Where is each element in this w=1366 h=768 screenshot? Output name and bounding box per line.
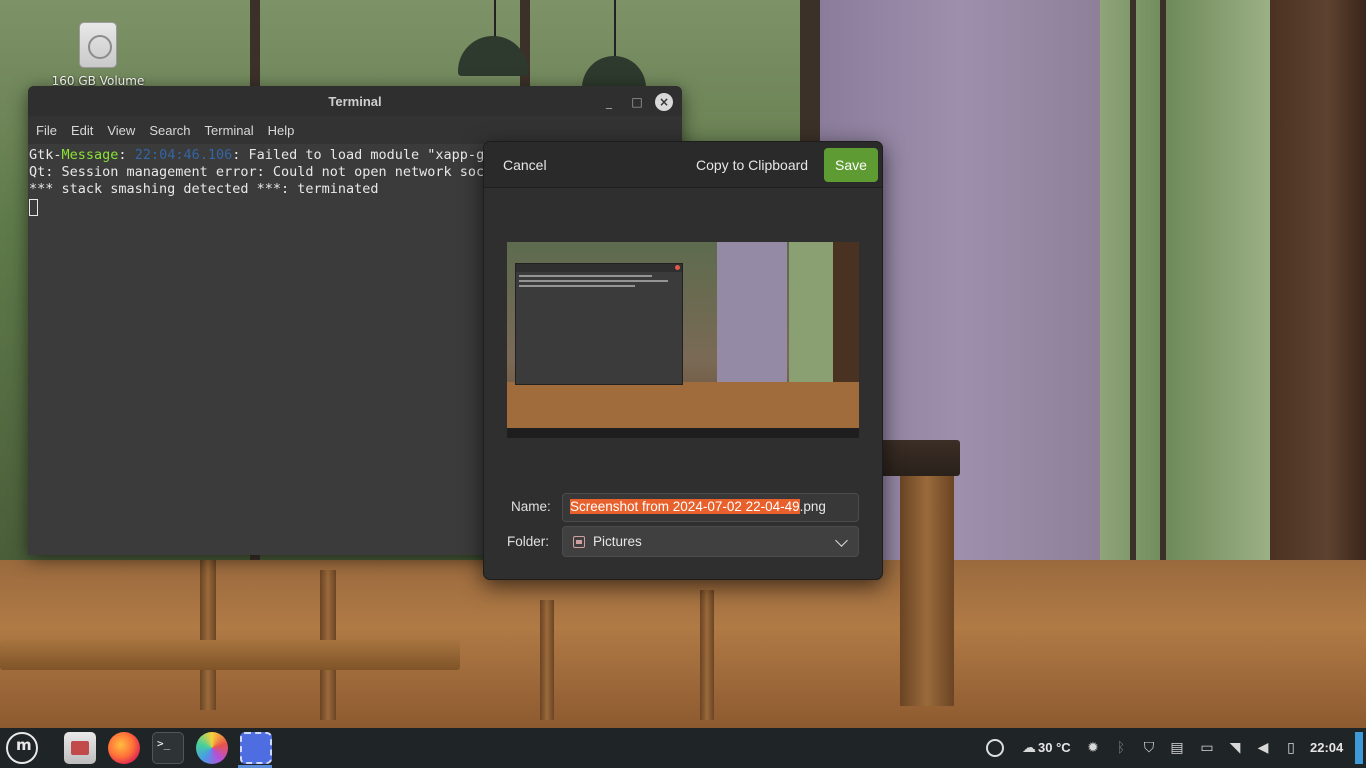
firefox-icon[interactable] — [108, 732, 140, 764]
menu-search[interactable]: Search — [149, 123, 190, 138]
brightness-icon[interactable]: ✹ — [1084, 739, 1102, 757]
folder-value: Pictures — [593, 534, 642, 549]
screenshot-dialog: Cancel Copy to Clipboard Save Name: Scre… — [483, 141, 883, 580]
weather-temperature[interactable]: 30 °C — [1038, 740, 1071, 755]
screenshot-preview — [507, 242, 859, 438]
copy-to-clipboard-button[interactable]: Copy to Clipboard — [687, 151, 817, 179]
taskbar: ☁ 30 °C ✹ ᛒ ⛉ ▤ ▭ ◥ ◀ ▯ 22:04 — [0, 728, 1366, 768]
preview-line — [519, 275, 652, 277]
line-prefix: Gtk- — [29, 147, 62, 163]
volume-icon[interactable]: ◀ — [1254, 739, 1272, 757]
line-timestamp: 22:04:46.106 — [134, 147, 233, 163]
menu-terminal[interactable]: Terminal — [205, 123, 254, 138]
dialog-header: Cancel Copy to Clipboard Save — [484, 142, 882, 188]
wifi-icon[interactable]: ◥ — [1226, 739, 1244, 757]
wallpaper-chair-leg — [700, 590, 714, 720]
filename-extension: .png — [799, 499, 826, 514]
save-button[interactable]: Save — [824, 148, 878, 182]
wallpaper-chair-leg — [540, 600, 554, 720]
line-text: : Failed to load module "xapp-gtk — [232, 147, 501, 163]
weather-icon[interactable]: ☁ — [1020, 739, 1038, 757]
wallpaper-chair-leg — [200, 560, 216, 710]
menu-view[interactable]: View — [107, 123, 135, 138]
terminal-menubar: File Edit View Search Terminal Help — [28, 116, 682, 144]
wallpaper-stool — [0, 640, 460, 670]
drive-icon — [79, 22, 117, 68]
preview-terminal — [515, 263, 683, 385]
line-message-tag: Message — [61, 147, 119, 163]
terminal-icon[interactable] — [152, 732, 184, 764]
color-picker-icon[interactable] — [196, 732, 228, 764]
minimize-icon[interactable]: _ — [600, 93, 618, 111]
maximize-icon[interactable]: □ — [628, 93, 646, 111]
desktop-volume-icon[interactable]: 160 GB Volume — [50, 22, 146, 88]
screenshot-icon[interactable] — [240, 732, 272, 764]
text-cursor — [29, 199, 38, 216]
cancel-button[interactable]: Cancel — [494, 151, 556, 179]
filename-input[interactable]: Screenshot from 2024-07-02 22-04-49.png — [562, 493, 859, 522]
preview-floor — [507, 382, 859, 428]
wallpaper-lamp-cord — [614, 0, 616, 60]
menu-icon[interactable] — [6, 732, 38, 764]
wallpaper-table — [880, 440, 960, 476]
preview-taskbar — [507, 428, 859, 438]
filename-selection: Screenshot from 2024-07-02 22-04-49 — [570, 499, 800, 514]
folder-dropdown[interactable]: Pictures — [562, 526, 859, 557]
notes-icon[interactable]: ▤ — [1168, 739, 1186, 757]
preview-close-icon — [675, 265, 680, 270]
close-icon[interactable]: × — [655, 93, 673, 111]
wallpaper-lamp-cord — [494, 0, 496, 40]
chevron-down-icon — [835, 534, 848, 547]
bluetooth-icon[interactable]: ᛒ — [1112, 739, 1130, 757]
wallpaper-table-leg — [900, 476, 954, 706]
terminal-titlebar[interactable]: Terminal _ □ × — [28, 86, 682, 116]
menu-file[interactable]: File — [36, 123, 57, 138]
menu-edit[interactable]: Edit — [71, 123, 93, 138]
display-icon[interactable]: ▭ — [1198, 739, 1216, 757]
window-title: Terminal — [328, 94, 382, 109]
battery-icon[interactable]: ▯ — [1282, 739, 1300, 757]
clock[interactable]: 22:04 — [1310, 740, 1343, 755]
menu-help[interactable]: Help — [268, 123, 295, 138]
show-desktop-button[interactable] — [1355, 732, 1363, 764]
preview-line — [519, 280, 669, 282]
shield-icon[interactable]: ⛉ — [1140, 739, 1158, 757]
pictures-folder-icon — [573, 536, 585, 548]
files-icon[interactable] — [64, 732, 96, 764]
theme-toggle-icon[interactable] — [986, 739, 1004, 757]
preview-line — [519, 285, 636, 287]
folder-label: Folder: — [507, 534, 550, 549]
preview-terminal-titlebar — [516, 264, 682, 272]
name-label: Name: — [511, 499, 551, 514]
line-colon: : — [118, 147, 135, 163]
